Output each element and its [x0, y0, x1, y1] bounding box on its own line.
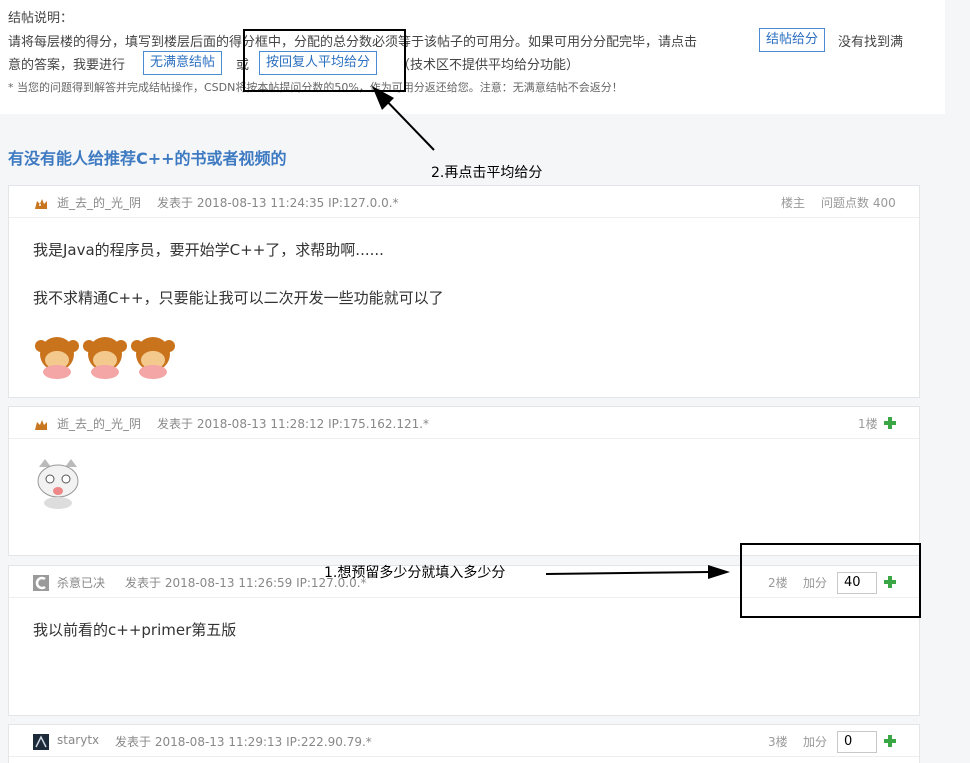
csdn-avatar-icon [33, 575, 49, 591]
post-username[interactable]: starytx [57, 733, 99, 747]
post-text-line: 我是Java的程序员，要开始学C++了，求帮助啊...... [33, 241, 384, 259]
post-username[interactable]: 逝_去_的_光_阴 [57, 194, 141, 211]
notice-line-2-tail: （技术区不提供平均给分功能） [397, 58, 580, 73]
post-floor-3: starytx 发表于 2018-08-13 11:29:13 IP:222.9… [8, 724, 920, 763]
annotation-step-2: 2.再点击平均给分 [431, 165, 543, 181]
post-username[interactable]: 逝_去_的_光_阴 [57, 415, 141, 432]
annotation-arrow-1 [545, 565, 730, 579]
monkey-emoticon-icon [83, 337, 127, 379]
notice-title: 结帖说明： [8, 11, 74, 26]
user-avatar-fox-icon [35, 199, 47, 209]
post-text-line: 我不求精通C++，只要能让我可以二次开发一些功能就可以了 [33, 289, 444, 307]
add-points-label: 加分 [803, 735, 828, 749]
question-points: 问题点数 400 [821, 196, 896, 210]
settle-give-points-button[interactable]: 结帖给分 [759, 28, 826, 52]
add-points-plus-icon[interactable] [884, 735, 896, 747]
notice-line-1-tail: 没有找到满 [838, 35, 904, 50]
post-header: 逝_去_的_光_阴 发表于 2018-08-13 11:24:35 IP:127… [9, 186, 919, 218]
floor-number: 1楼 [858, 417, 878, 431]
post-floor-1: 逝_去_的_光_阴 发表于 2018-08-13 11:28:12 IP:175… [8, 406, 920, 556]
annotation-step-1: 1.想预留多少分就填入多少分 [324, 565, 506, 581]
annotation-arrow-2 [372, 86, 435, 151]
post-header: 逝_去_的_光_阴 发表于 2018-08-13 11:28:12 IP:175… [9, 407, 919, 439]
monkey-emoticon-icon [131, 337, 175, 379]
topic-title[interactable]: 有没有能人给推荐C++的书或者视频的 [8, 145, 287, 169]
post-time: 发表于 2018-08-13 11:29:13 IP:222.90.79.* [115, 735, 372, 749]
unsatisfied-close-button[interactable]: 无满意结帖 [143, 51, 223, 75]
op-label: 楼主 [781, 196, 806, 210]
annotation-box-score [740, 543, 921, 618]
score-input[interactable]: 0 [837, 731, 877, 753]
settle-notice-panel: 结帖说明： 请将每层楼的得分，填写到楼层后面的得分框中，分配的总分数必须等于该帖… [0, 0, 945, 114]
user-avatar-icon [33, 734, 49, 750]
add-points-plus-icon[interactable] [884, 417, 896, 429]
post-username[interactable]: 杀意已决 [57, 574, 105, 591]
post-floor-op: 逝_去_的_光_阴 发表于 2018-08-13 11:24:35 IP:127… [8, 185, 920, 398]
user-avatar-fox-icon [35, 420, 47, 430]
cat-emoticon-icon [37, 459, 79, 509]
notice-line-2-head: 意的答案，我要进行 [8, 58, 126, 73]
post-time: 发表于 2018-08-13 11:28:12 IP:175.162.121.* [157, 417, 430, 431]
post-time: 发表于 2018-08-13 11:24:35 IP:127.0.0.* [157, 196, 399, 210]
post-header: starytx 发表于 2018-08-13 11:29:13 IP:222.9… [9, 725, 919, 757]
monkey-emoticon-icon [35, 337, 79, 379]
monkey-emoticons [35, 337, 175, 379]
floor-number: 3楼 [768, 735, 788, 749]
post-text-line: 我以前看的c++primer第五版 [33, 621, 237, 639]
